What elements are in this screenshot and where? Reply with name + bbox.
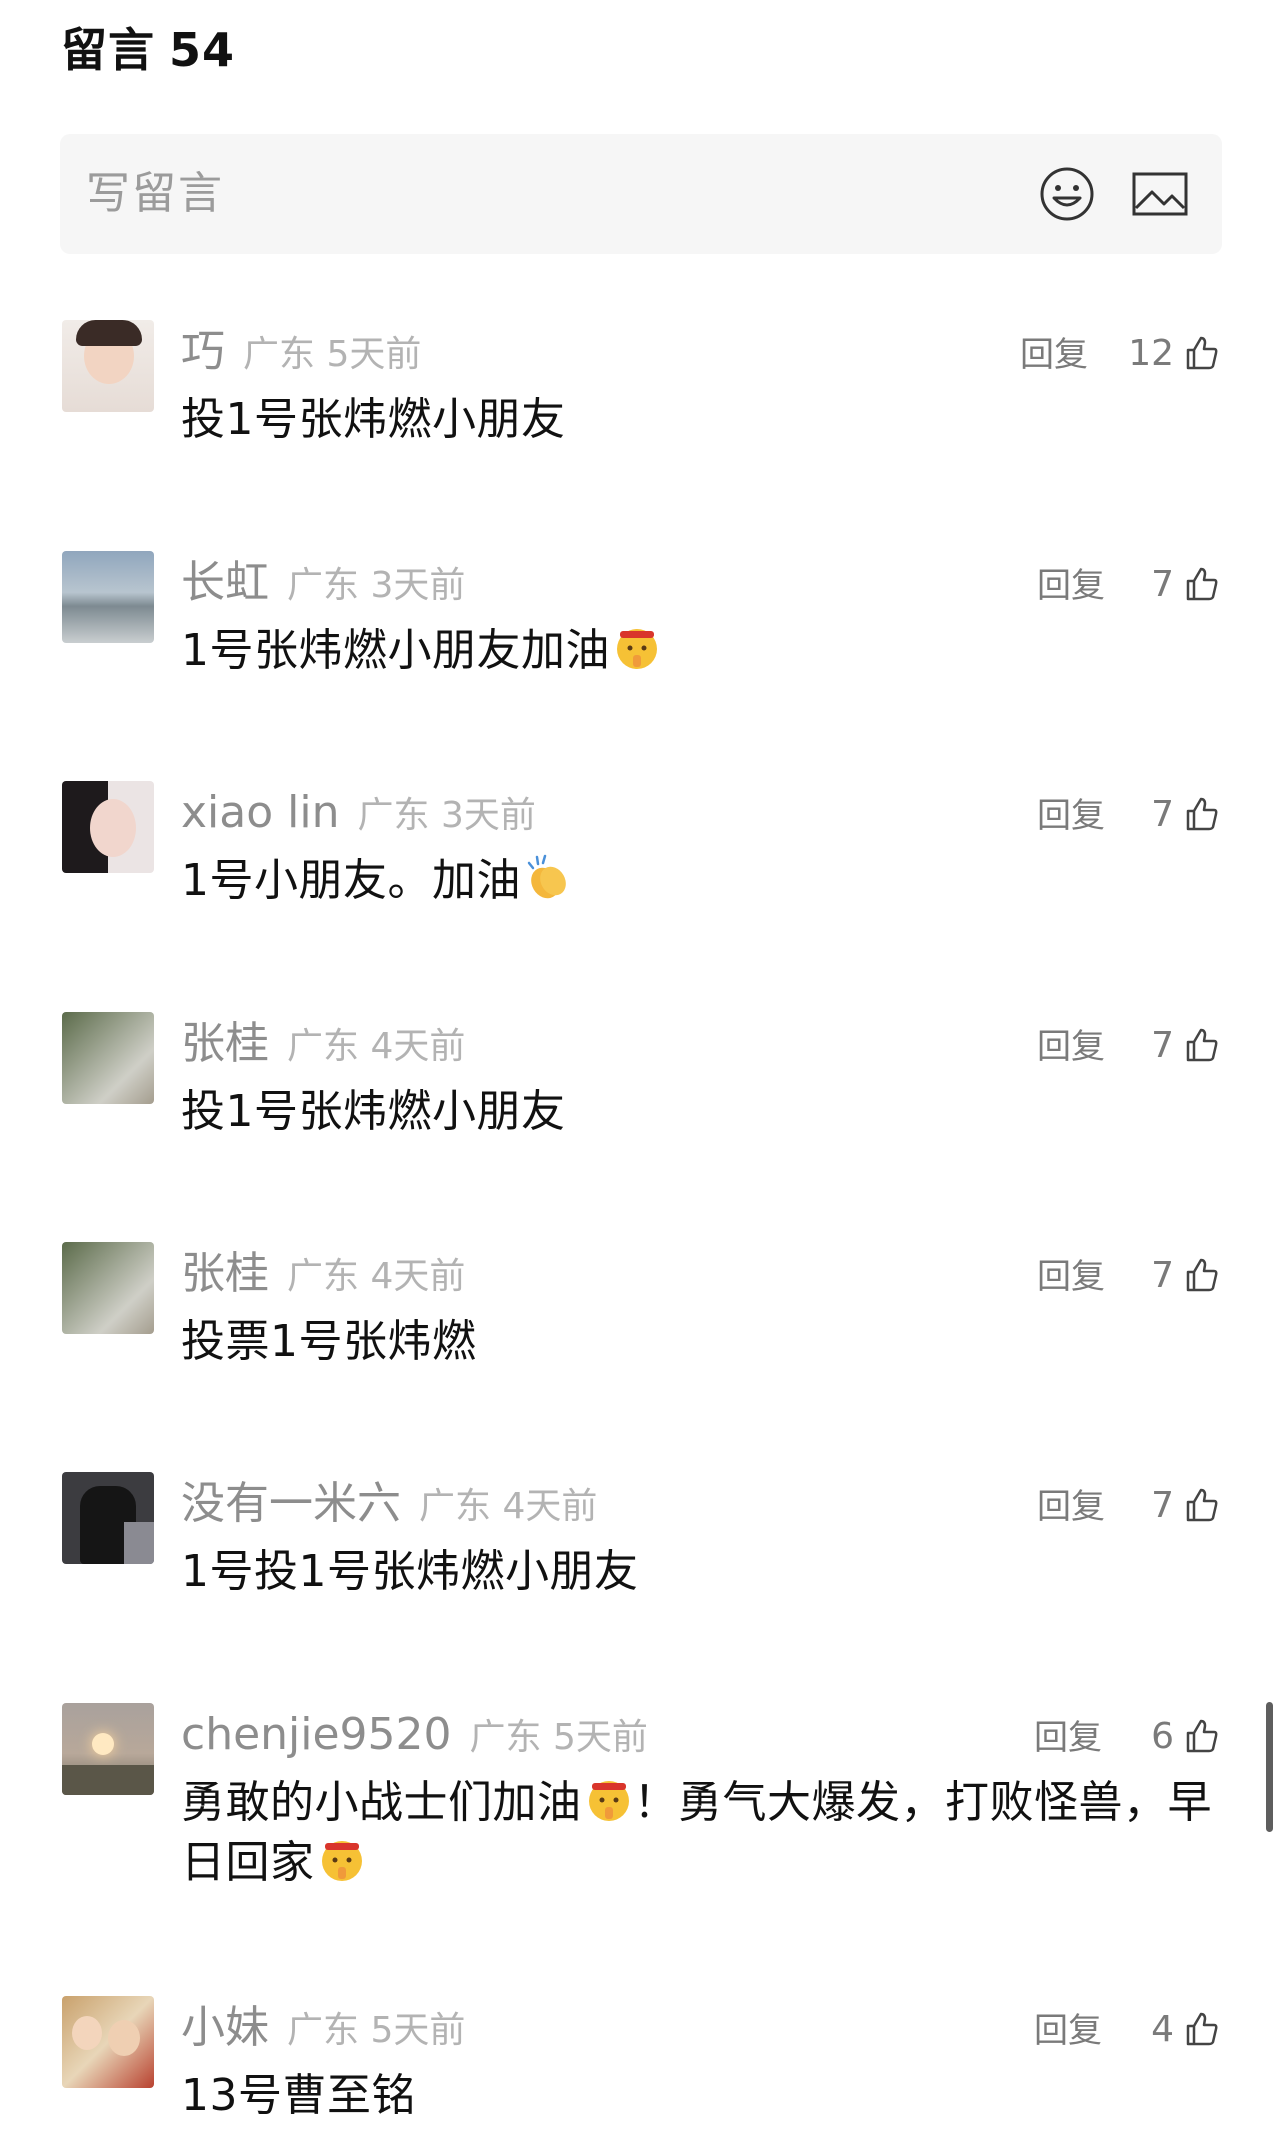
comment-author[interactable]: 张桂 广东 4天前 — [181, 1014, 465, 1077]
like-count: 7 — [1151, 1024, 1174, 1066]
like-count: 7 — [1151, 1254, 1174, 1296]
comment-author[interactable]: xiao lin 广东 3天前 — [181, 783, 536, 846]
like-count: 7 — [1151, 1484, 1174, 1526]
shushing-face-emoji-icon — [588, 1781, 629, 1821]
comment-meta: 广东 4天前 — [287, 1256, 466, 1297]
comment-author[interactable]: 巧广东 5天前 — [181, 322, 421, 385]
comment-meta: 广东 5天前 — [469, 1717, 648, 1758]
thumbs-up-icon — [1186, 1488, 1218, 1522]
reply-button[interactable]: 回复 — [1037, 791, 1105, 841]
comment-author[interactable]: 小妹 广东 5天前 — [181, 1998, 465, 2061]
avatar[interactable] — [62, 551, 154, 643]
comment-text: 1号张炜燃小朋友加油 — [181, 621, 1231, 681]
comment-meta: 广东 5天前 — [243, 334, 422, 375]
comment-text: 投1号张炜燃小朋友 — [181, 394, 566, 445]
reply-button[interactable]: 回复 — [1037, 1022, 1105, 1072]
thumbs-up-icon — [1186, 797, 1218, 831]
comment-input-box[interactable]: 写留言 — [60, 134, 1222, 254]
comment-meta: 广东 3天前 — [287, 565, 466, 606]
reply-button[interactable]: 回复 — [1037, 1482, 1105, 1532]
thumbs-up-icon — [1186, 567, 1218, 601]
like-button[interactable]: 7 — [1151, 559, 1220, 609]
like-count: 6 — [1151, 1715, 1174, 1757]
avatar[interactable] — [62, 1012, 154, 1104]
avatar[interactable] — [62, 781, 154, 873]
comment-author[interactable]: chenjie9520 广东 5天前 — [181, 1705, 648, 1768]
thumbs-up-icon — [1186, 336, 1218, 370]
avatar[interactable] — [62, 1703, 154, 1795]
thumbs-up-icon — [1186, 1028, 1218, 1062]
like-button[interactable]: 12 — [1128, 328, 1220, 378]
avatar[interactable] — [62, 320, 154, 412]
comments-title: 留言 — [61, 23, 155, 77]
reply-button[interactable]: 回复 — [1020, 330, 1088, 380]
shushing-face-emoji-icon — [617, 629, 657, 669]
avatar[interactable] — [62, 1472, 154, 1564]
like-count: 4 — [1151, 2008, 1174, 2050]
avatar[interactable] — [62, 1242, 154, 1334]
scrollbar[interactable] — [1266, 1702, 1273, 1832]
comment-meta: 广东 5天前 — [287, 2010, 466, 2051]
like-button[interactable]: 6 — [1151, 1711, 1220, 1761]
comment-meta: 广东 3天前 — [357, 795, 536, 836]
like-button[interactable]: 7 — [1151, 1480, 1220, 1530]
like-button[interactable]: 4 — [1151, 2004, 1220, 2054]
comment-author[interactable]: 没有一米六 广东 4天前 — [181, 1474, 597, 1537]
comment-input-placeholder: 写留言 — [86, 168, 224, 219]
comment-text: 勇敢的小战士们加油 ！勇气大爆发，打败怪兽，早日回家 — [181, 1777, 1212, 1888]
comments-count: 54 — [169, 23, 236, 77]
comment-author[interactable]: 长虹 广东 3天前 — [181, 553, 465, 616]
comment-text: 投票1号张炜燃 — [181, 1316, 477, 1367]
avatar[interactable] — [62, 1996, 154, 2088]
reply-button[interactable]: 回复 — [1037, 1252, 1105, 1302]
clapping-hands-emoji-icon — [527, 854, 566, 899]
thumbs-up-icon — [1186, 1719, 1218, 1753]
shushing-face-emoji-icon — [321, 1841, 362, 1881]
comment-meta: 广东 4天前 — [419, 1486, 598, 1527]
comment-text: 13号曹至铭 — [181, 2070, 416, 2121]
comment-text: 1号投1号张炜燃小朋友 — [181, 1546, 639, 1597]
reply-button[interactable]: 回复 — [1037, 561, 1105, 611]
image-icon[interactable] — [1130, 164, 1190, 224]
comment-meta: 广东 4天前 — [287, 1026, 466, 1067]
like-count: 7 — [1151, 563, 1174, 605]
reply-button[interactable]: 回复 — [1034, 1713, 1102, 1763]
comment-text: 投1号张炜燃小朋友 — [181, 1086, 566, 1137]
smiley-face-icon[interactable] — [1037, 164, 1097, 224]
like-button[interactable]: 7 — [1151, 789, 1220, 839]
like-button[interactable]: 7 — [1151, 1020, 1220, 1070]
like-count: 7 — [1151, 793, 1174, 835]
thumbs-up-icon — [1186, 2012, 1218, 2046]
comments-header: 留言 54 — [61, 14, 235, 80]
like-count: 12 — [1128, 332, 1174, 374]
like-button[interactable]: 7 — [1151, 1250, 1220, 1300]
thumbs-up-icon — [1186, 1258, 1218, 1292]
comment-text: 1号小朋友。加油 — [181, 851, 1231, 911]
comment-author[interactable]: 张桂 广东 4天前 — [181, 1244, 465, 1307]
reply-button[interactable]: 回复 — [1034, 2006, 1102, 2056]
